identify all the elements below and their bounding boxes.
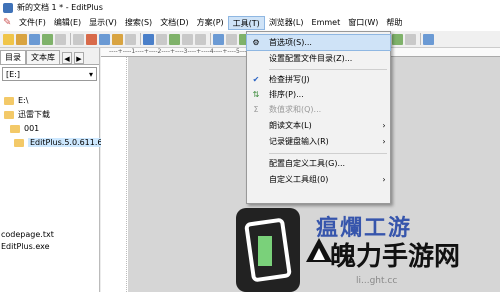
sum-icon: Σ (253, 105, 259, 114)
sort-icon: ⇅ (252, 90, 260, 99)
toolbar-button-icon[interactable] (16, 33, 27, 45)
gear-icon: ⚙ (252, 38, 260, 47)
folder-icon (10, 124, 20, 133)
menu-emmet[interactable]: Emmet (308, 16, 345, 30)
menu-edit[interactable]: 编辑(E) (50, 16, 85, 30)
chevron-down-icon: ▾ (88, 69, 93, 79)
menu-document[interactable]: 文档(D) (156, 16, 192, 30)
menu-item-label: 排序(P)... (269, 90, 304, 99)
menu-item-label: 设置配置文件目录(Z)... (269, 54, 353, 63)
file-list: codepage.txt EditPlus.exe (0, 229, 99, 253)
toolbar-button-icon[interactable] (55, 33, 66, 45)
tree-item-001[interactable]: 001 (10, 124, 39, 133)
menu-divider (269, 153, 387, 154)
folder-icon (4, 96, 14, 105)
folder-open-icon (14, 138, 24, 147)
submenu-arrow-icon: › (382, 175, 386, 184)
folder-icon (4, 110, 14, 119)
menu-divider (269, 69, 387, 70)
toolbar-button-icon[interactable] (125, 33, 136, 45)
list-item-codepage[interactable]: codepage.txt (0, 229, 99, 241)
menu-search[interactable]: 搜索(S) (121, 16, 156, 30)
window-title: 新的文档 1 * - EditPlus (17, 3, 103, 12)
toolbar-separator (420, 33, 421, 45)
menu-item-label: 配置自定义工具(G)... (269, 159, 346, 168)
toolbar-button-icon[interactable] (423, 33, 434, 45)
submenu-arrow-icon: › (382, 137, 386, 146)
menu-item-label: 记录键盘输入(R) (269, 137, 329, 146)
line-number-gutter (101, 57, 127, 292)
menu-item-record-keystrokes[interactable]: 记录键盘输入(R) › (247, 134, 390, 149)
tree-item-label: E:\ (18, 96, 29, 105)
toolbar-button-icon[interactable] (42, 33, 53, 45)
toolbar-button-icon[interactable] (73, 33, 84, 45)
toolbar-button-icon[interactable] (195, 33, 206, 45)
menu-item-label: 自定义工具组(0) (269, 175, 329, 184)
spellcheck-icon: ✔ (252, 75, 260, 84)
toolbar-button-icon[interactable] (143, 33, 154, 45)
sidebar: 目录 文本库 ◀ ▶ [E:] ▾ E:\ 迅雷下载 001 EditPlus.… (0, 48, 105, 292)
tree-item-label: 迅雷下载 (18, 110, 50, 119)
tools-menu-dropdown: ⚙ 首选项(S)... 设置配置文件目录(Z)... ✔ 检查拼写(J) ⇅ 排… (246, 31, 391, 204)
menu-item-preferences[interactable]: ⚙ 首选项(S)... (246, 34, 391, 51)
toolbar-separator (140, 33, 141, 45)
tree-item-label: 001 (24, 124, 40, 133)
menu-file[interactable]: 文件(F) (15, 16, 50, 30)
tab-scroll-left-icon[interactable]: ◀ (62, 52, 72, 64)
drive-select[interactable]: [E:] ▾ (2, 67, 97, 81)
menu-item-label: 首选项(S)... (269, 38, 312, 47)
menu-item-spellcheck[interactable]: ✔ 检查拼写(J) (247, 72, 390, 87)
watermark-url: li...ght.cc (356, 276, 398, 286)
toolbar-button-icon[interactable] (392, 33, 403, 45)
watermark-main-text: 魄力手游网 (330, 242, 461, 272)
toolbar-button-icon[interactable] (86, 33, 97, 45)
menu-window[interactable]: 窗口(W) (344, 16, 382, 30)
toolbar-separator (210, 33, 211, 45)
menu-item-tool-groups[interactable]: 自定义工具组(0) › (247, 172, 390, 187)
menu-browser[interactable]: 浏览器(L) (265, 16, 308, 30)
menu-item-read-aloud[interactable]: 朗读文本(L) › (247, 118, 390, 133)
menu-bar: ✎ 文件(F) 编辑(E) 显示(V) 搜索(S) 文档(D) 方案(P) 工具… (0, 15, 500, 31)
toolbar-separator (70, 33, 71, 45)
watermark-overlay: 瘟爛工游 魄力手游网 li...ght.cc (236, 196, 500, 292)
list-item-editplus-exe[interactable]: EditPlus.exe (0, 241, 99, 253)
toolbar-button-icon[interactable] (169, 33, 180, 45)
toolbar-button-icon[interactable] (29, 33, 40, 45)
title-bar: 新的文档 1 * - EditPlus (0, 0, 500, 15)
menu-item-label: 数值求和(Q)... (269, 105, 322, 114)
toolbar-button-icon[interactable] (112, 33, 123, 45)
tree-item-label: EditPlus.5.0.611.6 (28, 138, 105, 147)
menu-item-config-dir[interactable]: 设置配置文件目录(Z)... (247, 51, 390, 66)
tree-item-xunlei[interactable]: 迅雷下载 (4, 109, 50, 120)
menu-item-sum[interactable]: Σ 数值求和(Q)... (247, 102, 390, 117)
menu-help[interactable]: 帮助 (382, 16, 406, 30)
menu-item-label: 检查拼写(J) (269, 75, 310, 84)
toolbar-button-icon[interactable] (213, 33, 224, 45)
tab-cliptext[interactable]: 文本库 (26, 50, 60, 64)
drive-select-value: [E:] (6, 69, 20, 79)
watermark-logo (236, 208, 300, 292)
toolbar-button-icon[interactable] (99, 33, 110, 45)
toolbar-button-icon[interactable] (156, 33, 167, 45)
toolbar-button-icon[interactable] (182, 33, 193, 45)
toolbar-button-icon[interactable] (405, 33, 416, 45)
tab-directory[interactable]: 目录 (0, 50, 26, 64)
tab-scroll-right-icon[interactable]: ▶ (74, 52, 84, 64)
editplus-app-icon (3, 2, 13, 13)
menu-item-config-tools[interactable]: 配置自定义工具(G)... (247, 156, 390, 171)
menu-project[interactable]: 方案(P) (193, 16, 228, 30)
toolbar-button-icon[interactable] (3, 33, 14, 45)
toolbar-button-icon[interactable] (226, 33, 237, 45)
menu-tools[interactable]: 工具(T) (227, 16, 265, 30)
menu-view[interactable]: 显示(V) (85, 16, 121, 30)
menu-item-label: 朗读文本(L) (269, 121, 312, 130)
submenu-arrow-icon: › (382, 121, 386, 130)
pencil-icon: ✎ (3, 17, 12, 28)
tree-item-editplus[interactable]: EditPlus.5.0.611.6 (14, 138, 105, 147)
menu-item-sort[interactable]: ⇅ 排序(P)... (247, 87, 390, 102)
tree-item-drive[interactable]: E:\ (4, 96, 28, 105)
sidebar-tabs: 目录 文本库 ◀ ▶ (0, 48, 99, 65)
